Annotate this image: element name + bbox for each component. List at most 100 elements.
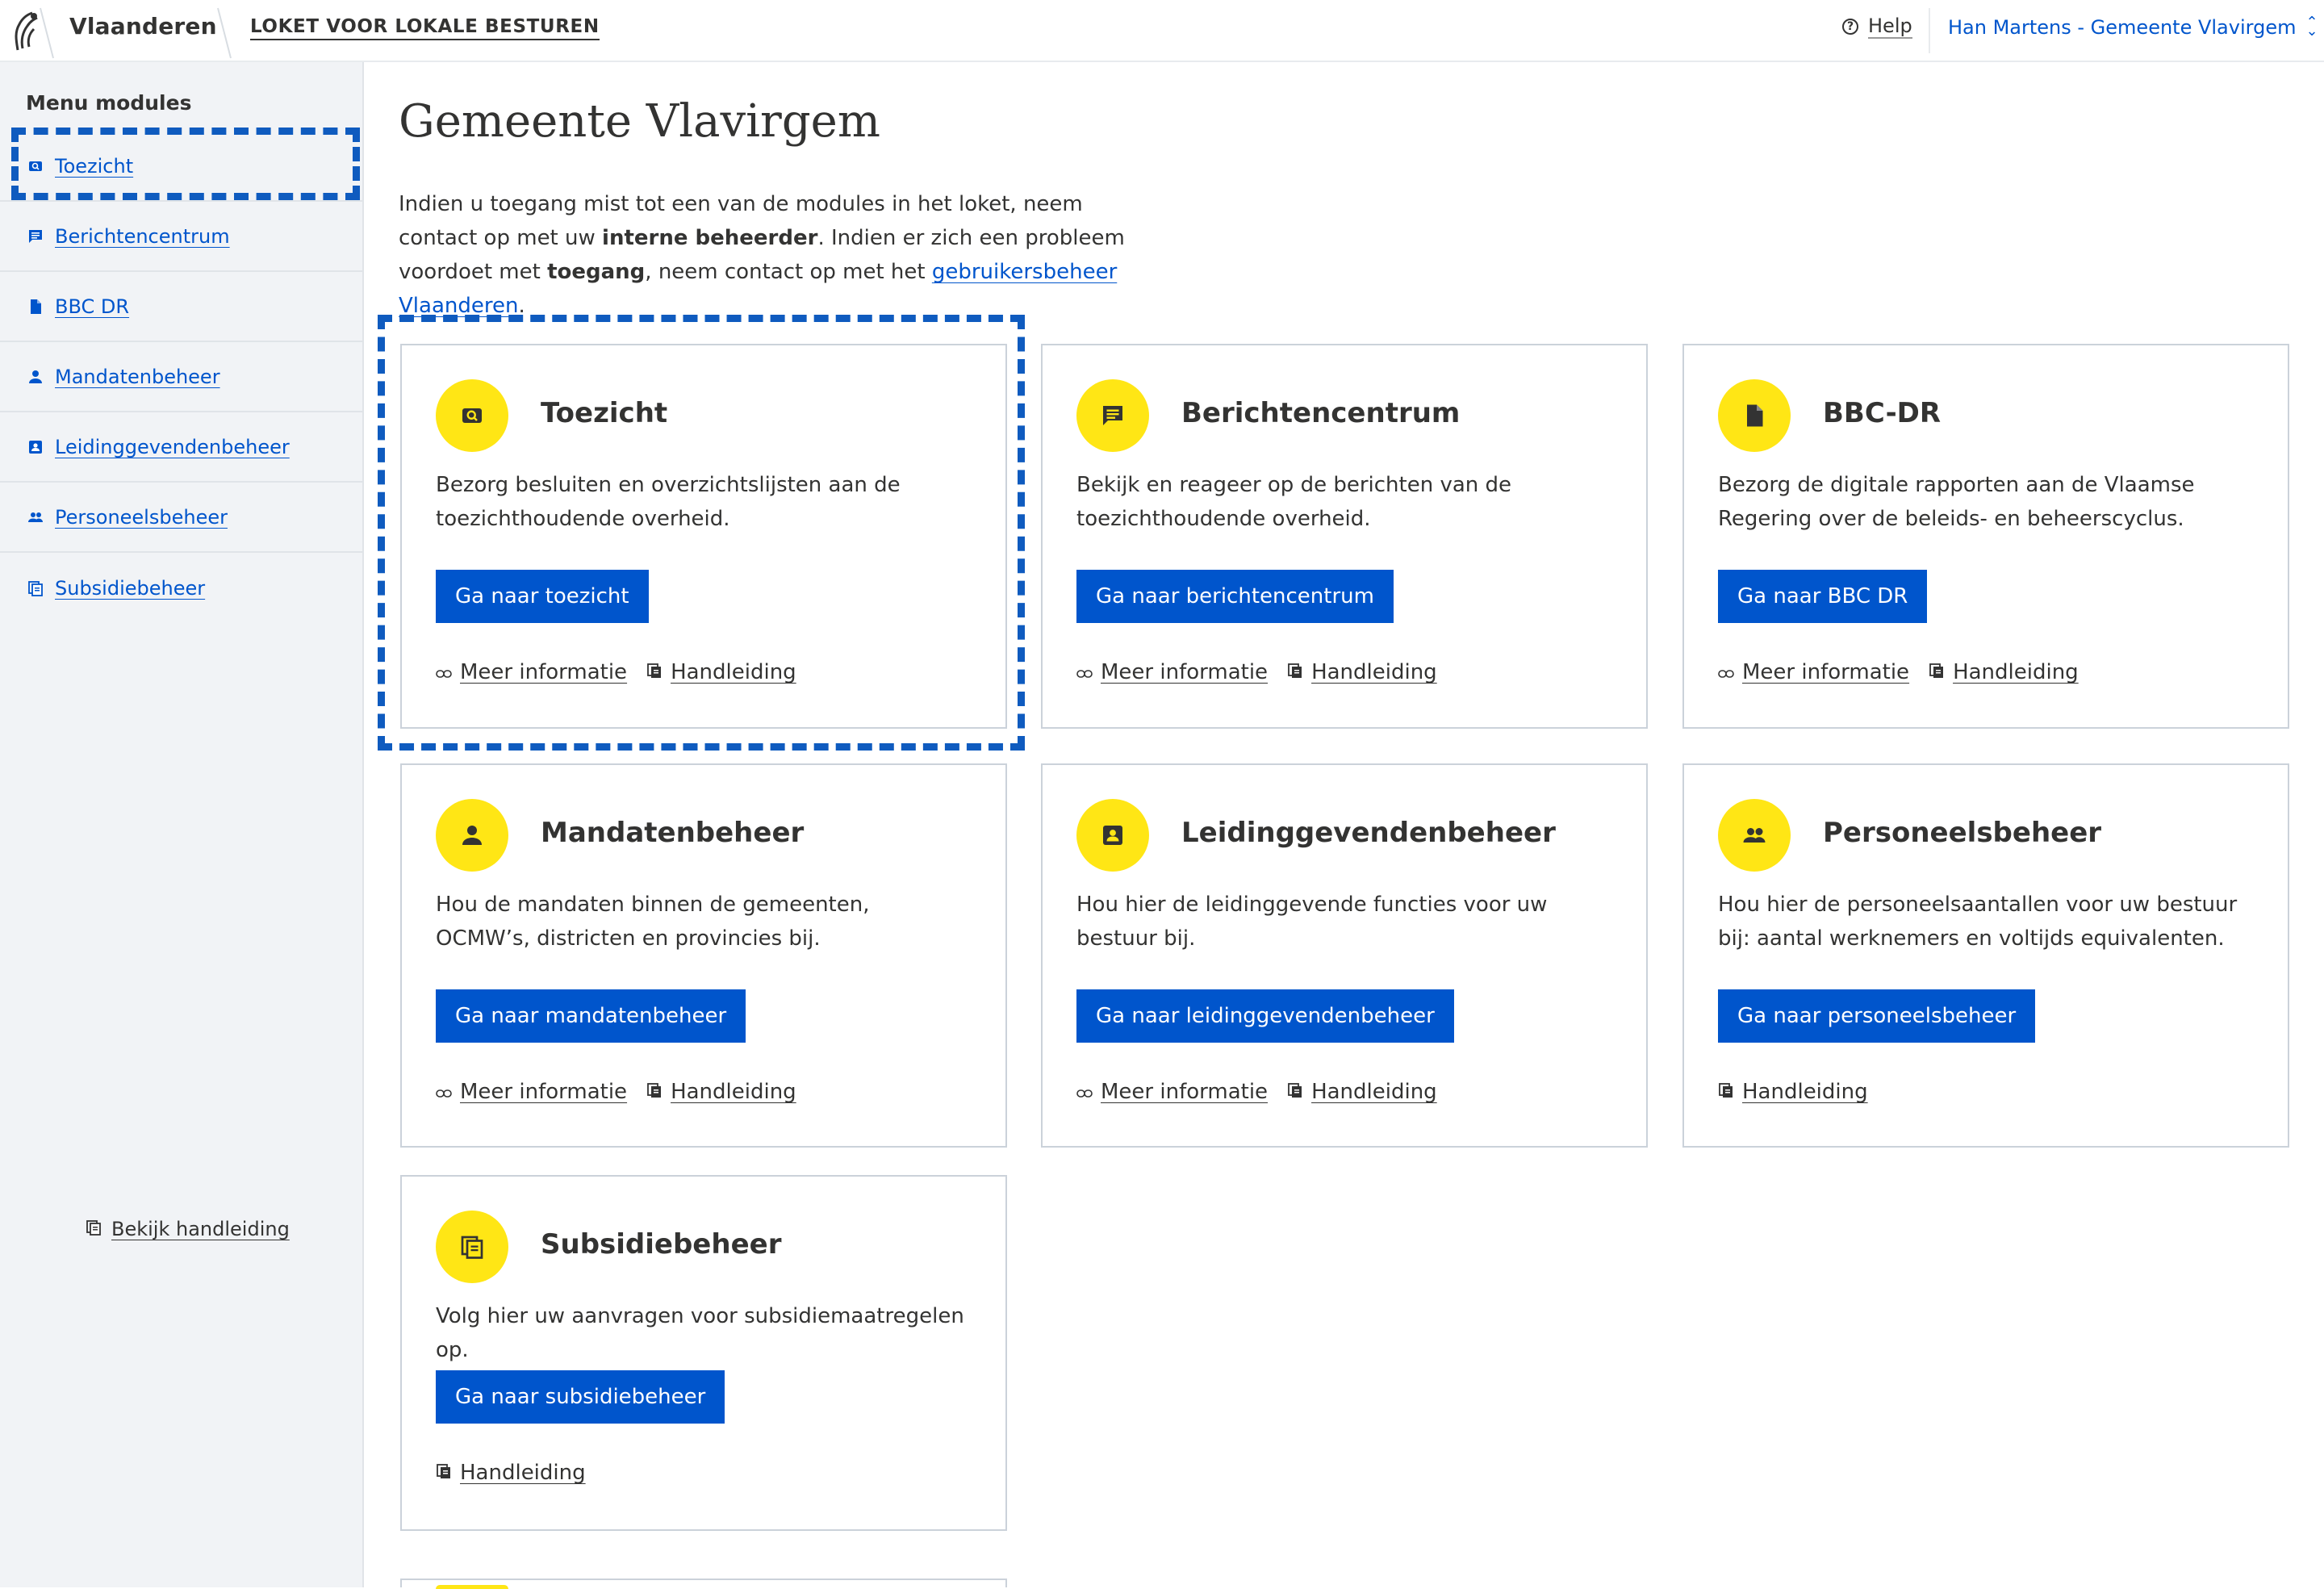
- manual-link[interactable]: Handleiding: [1287, 1080, 1437, 1104]
- manual-label: Handleiding: [671, 660, 796, 684]
- card-links: Meer informatie Handleiding: [1076, 660, 1437, 684]
- book-icon: [646, 1080, 663, 1104]
- card-description: Hou hier de personeelsaantallen voor uw …: [1718, 893, 2238, 951]
- sidebar-title: Menu modules: [26, 91, 192, 115]
- top-header: Vlaanderen LOKET VOOR LOKALE BESTUREN ? …: [0, 0, 2324, 62]
- help-link[interactable]: ? Help: [1842, 15, 1912, 39]
- book-icon: [436, 1461, 452, 1485]
- module-card-toezicht: Toezicht Bezorg besluiten en overzichtsl…: [400, 344, 1007, 729]
- card-links: Meer informatie Handleiding: [1076, 1080, 1437, 1104]
- header-separator: [1929, 8, 1930, 53]
- app-title[interactable]: LOKET VOOR LOKALE BESTUREN: [250, 16, 600, 40]
- module-card-leidinggevendenbeheer: Leidinggevendenbeheer Hou hier de leidin…: [1041, 763, 1648, 1148]
- link-icon: [1076, 660, 1093, 684]
- card-title: Mandatenbeheer: [541, 817, 805, 849]
- more-info-link[interactable]: Meer informatie: [1718, 660, 1909, 684]
- go-to-personeelsbeheer-button[interactable]: Ga naar personeelsbeheer: [1718, 989, 2036, 1043]
- question-circle-icon: ?: [1842, 19, 1858, 35]
- copy-icon: [436, 1211, 508, 1283]
- card-description: Bezorg de digitale rapporten aan de Vlaa…: [1718, 473, 2195, 531]
- card-description: Hou de mandaten binnen de gemeenten, OCM…: [436, 893, 870, 951]
- sidebar-item-label: Subsidiebeheer: [55, 576, 206, 600]
- module-card-bbc-dr: BBC-DR Bezorg de digitale rapporten aan …: [1682, 344, 2289, 729]
- sidebar-menu: Toezicht Berichtencentrum BBC DR Mandate…: [0, 132, 362, 623]
- manual-label: Handleiding: [1742, 1080, 1868, 1104]
- card-title: Berichtencentrum: [1181, 397, 1461, 429]
- manual-label: Handleiding: [1311, 660, 1437, 684]
- sidebar-item-berichtencentrum[interactable]: Berichtencentrum: [0, 202, 362, 272]
- sidebar-item-label: Personeelsbeheer: [55, 505, 228, 529]
- user-label: Han Martens - Gemeente Vlavirgem: [1948, 16, 2297, 39]
- logo-divider-icon: [40, 7, 54, 59]
- link-icon: [436, 660, 452, 684]
- people-icon: [1718, 799, 1791, 872]
- go-to-subsidiebeheer-button[interactable]: Ga naar subsidiebeheer: [436, 1370, 725, 1424]
- book-icon: [1929, 660, 1945, 684]
- sidebar: Menu modules Toezicht Berichtencentrum B…: [0, 62, 364, 1587]
- sidebar-item-label: Leidinggevendenbeheer: [55, 435, 290, 458]
- user-menu[interactable]: Han Martens - Gemeente Vlavirgem ⌃ ⌄: [1948, 14, 2318, 40]
- manual-link[interactable]: Handleiding: [646, 1080, 796, 1104]
- card-title: BBC-DR: [1823, 397, 1942, 429]
- more-info-label: Meer informatie: [460, 1080, 628, 1104]
- more-info-label: Meer informatie: [460, 660, 628, 684]
- sidebar-item-mandatenbeheer[interactable]: Mandatenbeheer: [0, 342, 362, 412]
- sidebar-item-leidinggevendenbeheer[interactable]: Leidinggevendenbeheer: [0, 412, 362, 483]
- sidebar-item-label: Mandatenbeheer: [55, 365, 220, 388]
- sidebar-item-subsidiebeheer[interactable]: Subsidiebeheer: [0, 553, 362, 623]
- sidebar-item-personeelsbeheer[interactable]: Personeelsbeheer: [0, 483, 362, 553]
- sidebar-item-label: BBC DR: [55, 295, 130, 318]
- message-icon: [27, 228, 44, 245]
- copy-icon: [27, 580, 44, 596]
- message-icon: [1076, 379, 1149, 452]
- badge-icon: [1076, 799, 1149, 872]
- book-icon: [1287, 1080, 1303, 1104]
- go-to-berichtencentrum-button[interactable]: Ga naar berichtencentrum: [1076, 570, 1394, 623]
- person-icon: [436, 799, 508, 872]
- manual-link[interactable]: Handleiding: [646, 660, 796, 684]
- toezicht-icon: [436, 379, 508, 452]
- sidebar-item-label: Berichtencentrum: [55, 224, 230, 248]
- sidebar-item-toezicht[interactable]: Toezicht: [0, 132, 362, 202]
- people-icon: [27, 509, 44, 525]
- card-description: Hou hier de leidinggevende functies voor…: [1076, 893, 1548, 951]
- view-manual-link[interactable]: Bekijk handleiding: [86, 1218, 290, 1240]
- link-icon: [1718, 660, 1734, 684]
- card-links: Handleiding: [436, 1461, 586, 1485]
- go-to-bbc-dr-button[interactable]: Ga naar BBC DR: [1718, 570, 1928, 623]
- go-to-leidinggevendenbeheer-button[interactable]: Ga naar leidinggevendenbeheer: [1076, 989, 1454, 1043]
- go-to-toezicht-button[interactable]: Ga naar toezicht: [436, 570, 649, 623]
- card-links: Meer informatie Handleiding: [436, 1080, 796, 1104]
- view-manual-label: Bekijk handleiding: [111, 1218, 290, 1240]
- more-info-label: Meer informatie: [1742, 660, 1910, 684]
- manual-link[interactable]: Handleiding: [1929, 660, 2079, 684]
- card-description: Bezorg besluiten en overzichtslijsten aa…: [436, 473, 901, 531]
- sidebar-item-bbc-dr[interactable]: BBC DR: [0, 272, 362, 342]
- module-card-personeelsbeheer: Personeelsbeheer Hou hier de personeelsa…: [1682, 763, 2289, 1148]
- more-info-link[interactable]: Meer informatie: [436, 1080, 627, 1104]
- toezicht-icon: [27, 158, 44, 174]
- more-info-link[interactable]: Meer informatie: [1076, 660, 1268, 684]
- brand-name[interactable]: Vlaanderen: [69, 13, 217, 40]
- manual-label: Handleiding: [1311, 1080, 1437, 1104]
- manual-link[interactable]: Handleiding: [436, 1461, 586, 1485]
- intro-text-part: , neem contact op met het: [645, 260, 932, 284]
- manual-label: Handleiding: [671, 1080, 796, 1104]
- go-to-mandatenbeheer-button[interactable]: Ga naar mandatenbeheer: [436, 989, 746, 1043]
- module-card-mandatenbeheer: Mandatenbeheer Hou de mandaten binnen de…: [400, 763, 1007, 1148]
- more-info-link[interactable]: Meer informatie: [1076, 1080, 1268, 1104]
- card-description: Volg hier uw aanvragen voor subsidiemaat…: [436, 1304, 964, 1362]
- card-title: Toezicht: [541, 397, 668, 429]
- person-icon: [27, 369, 44, 385]
- sidebar-item-label: Toezicht: [55, 154, 134, 178]
- more-info-link[interactable]: Meer informatie: [436, 660, 627, 684]
- chevron-up-down-icon: ⌃ ⌄: [2305, 14, 2318, 40]
- manual-label: Handleiding: [1953, 660, 2079, 684]
- card-description: Bekijk en reageer op de berichten van de…: [1076, 473, 1512, 531]
- manual-link[interactable]: Handleiding: [1287, 660, 1437, 684]
- card-links: Meer informatie Handleiding: [436, 660, 796, 684]
- manual-link[interactable]: Handleiding: [1718, 1080, 1868, 1104]
- page-title: Gemeente Vlavirgem: [399, 95, 880, 148]
- intro-text: Indien u toegang mist tot een van de mod…: [399, 187, 1141, 323]
- more-info-label: Meer informatie: [1101, 1080, 1269, 1104]
